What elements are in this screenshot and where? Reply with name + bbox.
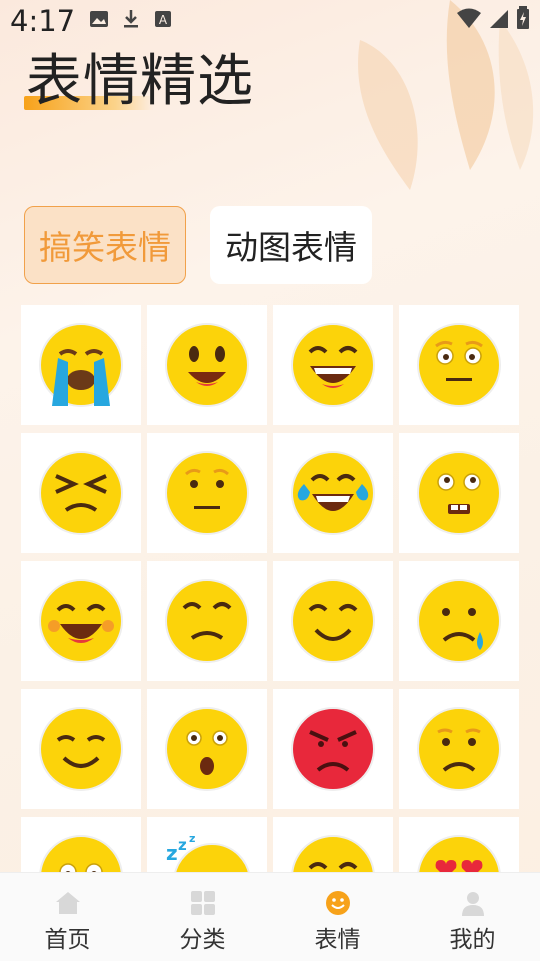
image-icon <box>90 11 108 27</box>
emoji-cell[interactable] <box>147 561 267 681</box>
emoji-cell[interactable] <box>399 433 519 553</box>
wifi-icon <box>457 8 481 28</box>
emoji-cell[interactable] <box>21 689 141 809</box>
emoji-cell[interactable] <box>273 817 393 875</box>
nav-item-category[interactable]: 分类 <box>135 873 270 961</box>
emoji-cell[interactable]: z z z <box>147 817 267 875</box>
emoji-cell[interactable] <box>399 817 519 875</box>
nervous-emoji-icon <box>417 451 501 535</box>
happy-emoji-icon <box>165 323 249 407</box>
grid-icon <box>190 891 215 915</box>
sad-tear-emoji-icon <box>417 579 501 663</box>
battery-icon <box>517 6 529 29</box>
grin-emoji-icon <box>291 835 375 875</box>
nav-item-profile[interactable]: 我的 <box>405 873 540 961</box>
smile-icon <box>325 891 350 915</box>
angry-emoji-icon <box>291 707 375 791</box>
emoji-cell[interactable] <box>273 561 393 681</box>
worried-emoji-icon <box>39 835 123 875</box>
tab-animated-emoji[interactable]: 动图表情 <box>210 206 372 284</box>
emoji-cell[interactable] <box>21 433 141 553</box>
emoji-cell[interactable] <box>21 305 141 425</box>
heart-eyes-emoji-icon <box>417 835 501 875</box>
content-emoji-icon <box>39 707 123 791</box>
svg-text:z: z <box>166 841 178 865</box>
grinning-emoji-icon <box>291 323 375 407</box>
bottom-navigation: 首页 分类 表情 我的 <box>0 872 540 961</box>
emoji-cell[interactable] <box>273 689 393 809</box>
nav-label-category: 分类 <box>179 927 226 953</box>
crying-emoji-icon <box>39 323 123 407</box>
emoji-cell[interactable] <box>147 433 267 553</box>
page-title: 表情精选 <box>26 49 254 114</box>
status-bar: 4:17 A <box>0 0 540 40</box>
emoji-cell[interactable] <box>399 561 519 681</box>
svg-text:z: z <box>189 834 195 845</box>
frowning-emoji-icon <box>417 707 501 791</box>
nav-item-emoji[interactable]: 表情 <box>270 873 405 961</box>
emoji-cell[interactable] <box>21 817 141 875</box>
tab-funny-emoji[interactable]: 搞笑表情 <box>24 206 186 284</box>
svg-text:A: A <box>159 13 168 27</box>
nav-label-emoji: 表情 <box>314 927 361 953</box>
person-icon <box>461 892 484 916</box>
emoji-cell[interactable] <box>147 689 267 809</box>
straight-face-emoji-icon <box>165 451 249 535</box>
tears-of-joy-emoji-icon <box>291 451 375 535</box>
surprised-emoji-icon <box>165 707 249 791</box>
signal-icon <box>490 10 508 28</box>
download-icon <box>124 10 138 28</box>
annoyed-emoji-icon <box>39 451 123 535</box>
laughing-emoji-icon <box>39 579 123 663</box>
sleeping-emoji-icon: z z z <box>166 834 250 875</box>
emoji-cell[interactable] <box>147 305 267 425</box>
emoji-grid: z z z <box>21 305 521 875</box>
status-time: 4:17 <box>10 4 76 38</box>
neutral-emoji-icon <box>417 323 501 407</box>
nav-label-home: 首页 <box>44 927 91 953</box>
text-icon: A <box>155 11 171 27</box>
emoji-cell[interactable] <box>273 305 393 425</box>
nav-item-home[interactable]: 首页 <box>0 873 135 961</box>
emoji-cell[interactable] <box>21 561 141 681</box>
emoji-cell[interactable] <box>399 689 519 809</box>
svg-text:z: z <box>178 836 187 854</box>
emoji-cell[interactable] <box>399 305 519 425</box>
home-icon <box>55 892 80 914</box>
smiling-emoji-icon <box>291 579 375 663</box>
nav-label-profile: 我的 <box>449 927 496 953</box>
emoji-cell[interactable] <box>273 433 393 553</box>
unamused-emoji-icon <box>165 579 249 663</box>
